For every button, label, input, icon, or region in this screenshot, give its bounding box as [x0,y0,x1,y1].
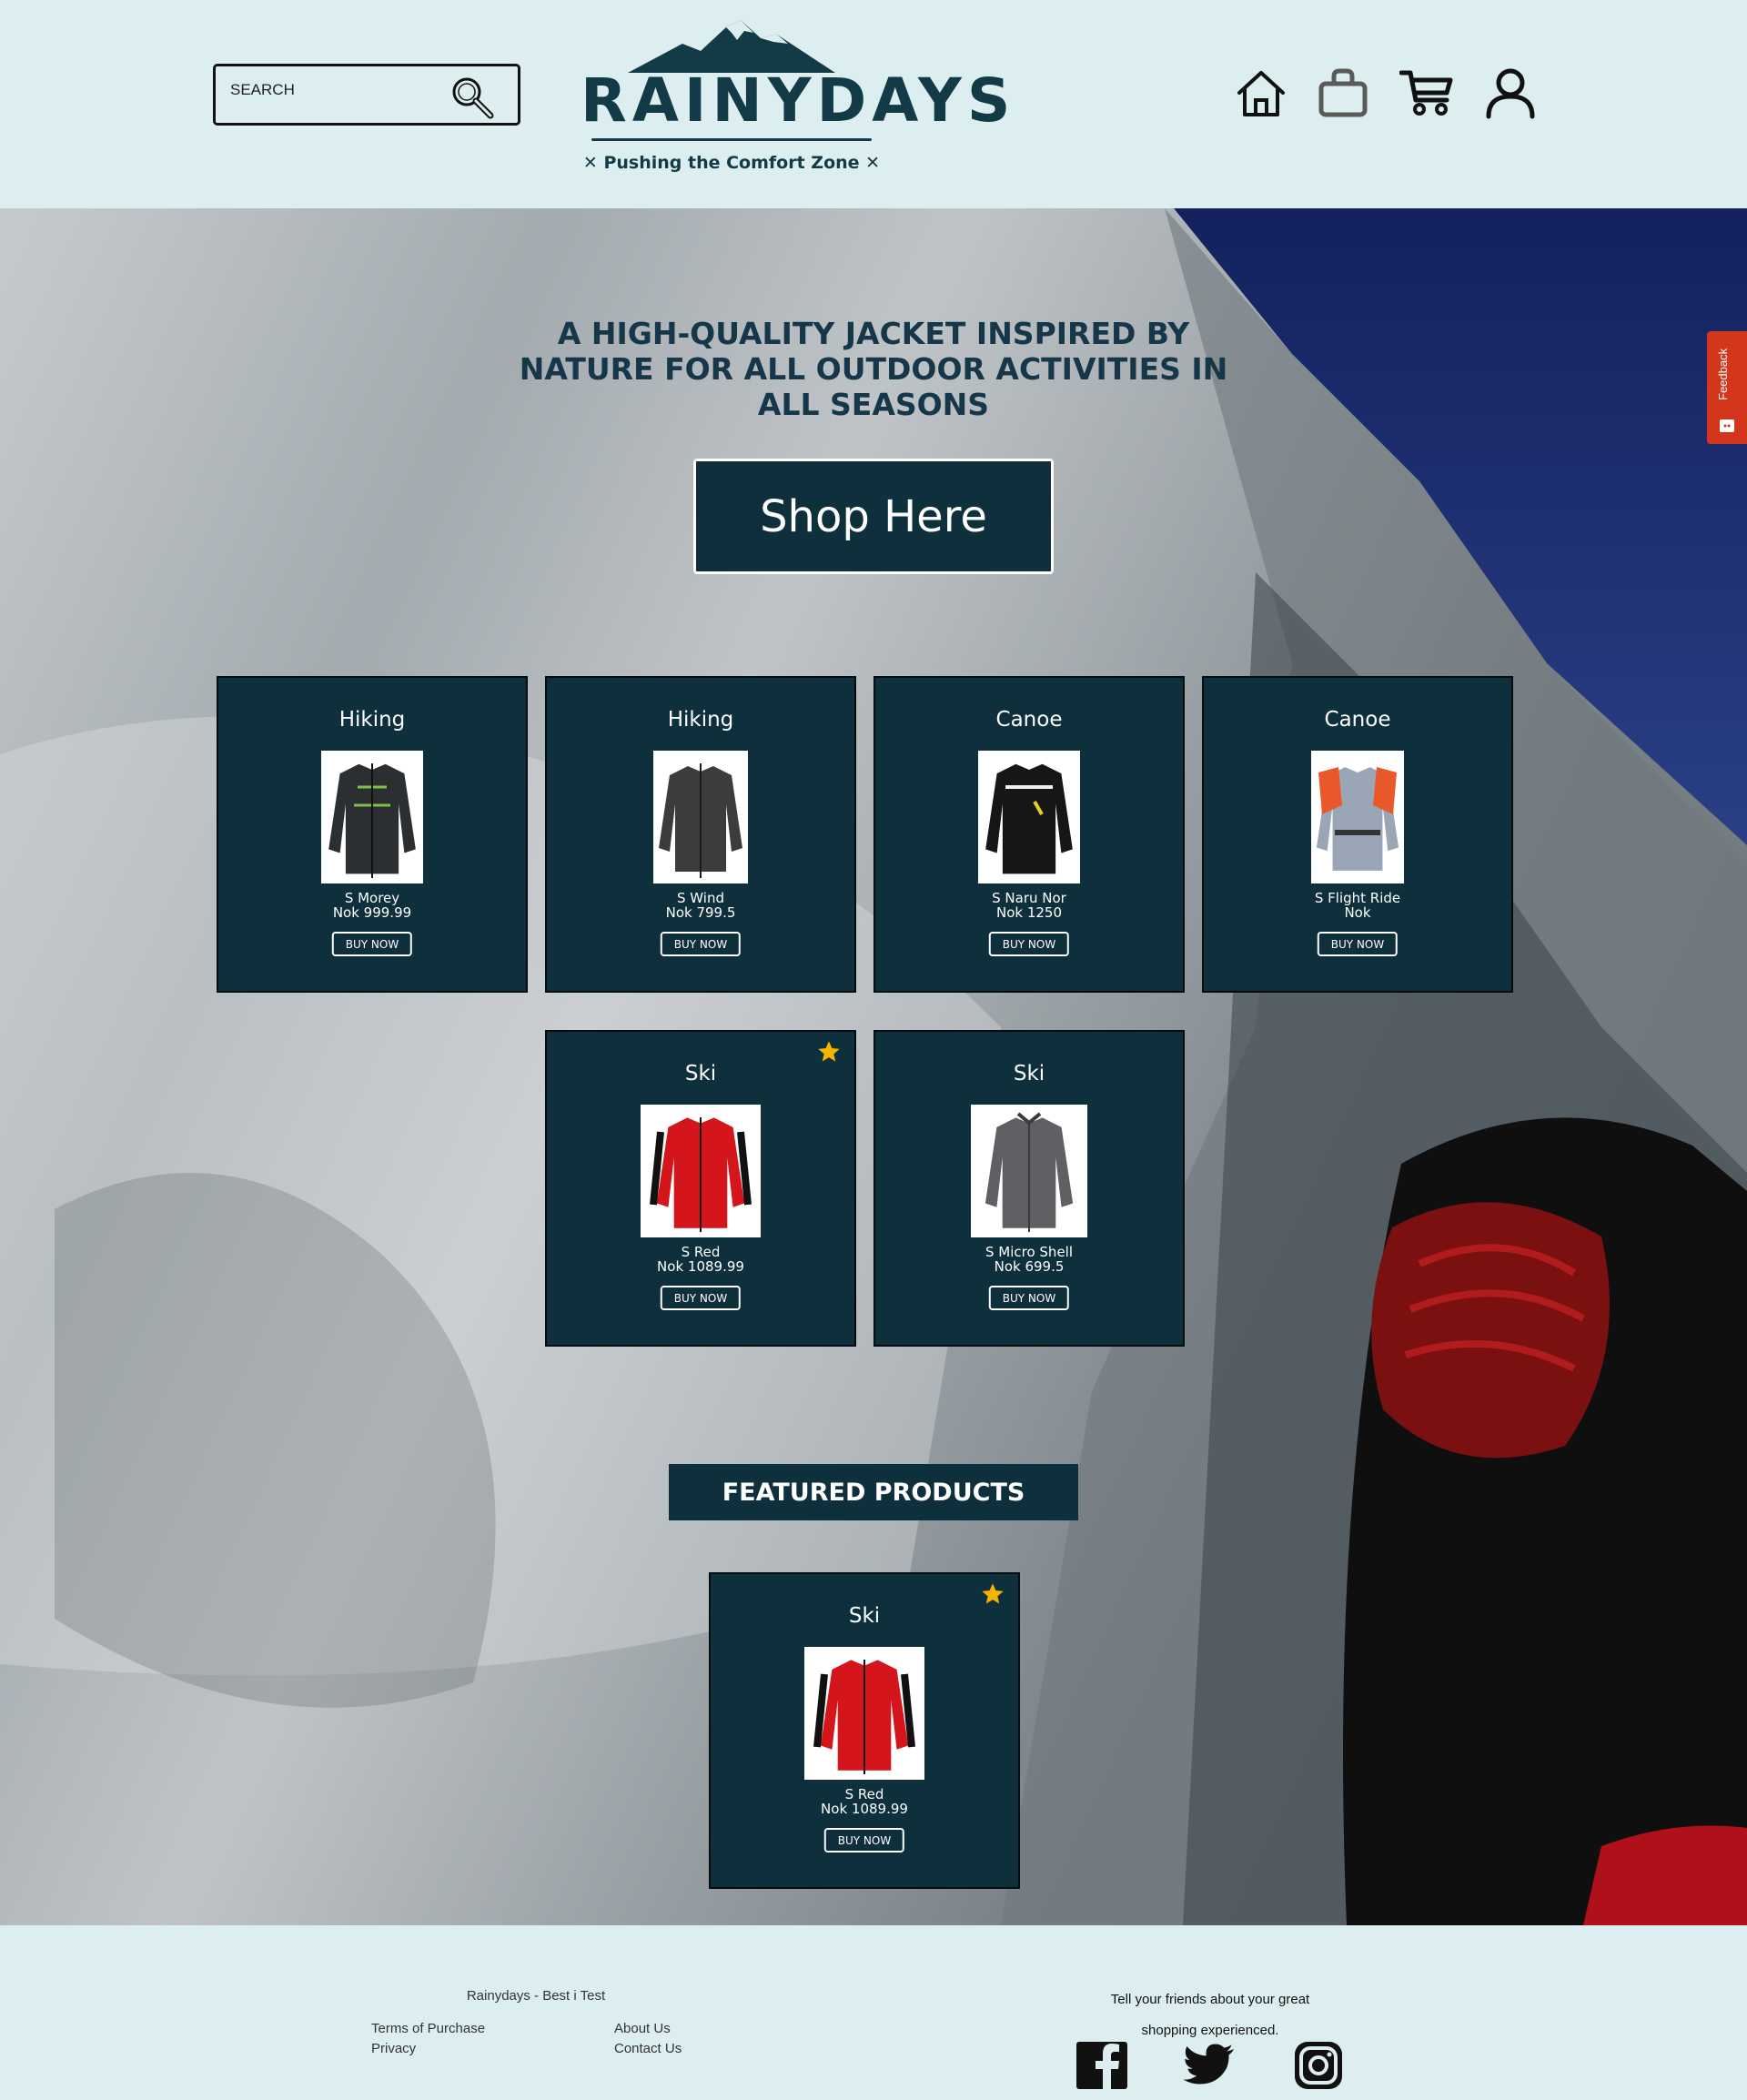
product-card: Hiking S Morey Nok 999.99 BUY NOW [217,676,528,993]
user-icon[interactable] [1483,66,1538,120]
buy-now-button[interactable]: BUY NOW [660,1286,742,1310]
feedback-icon [1720,419,1734,432]
product-price: Nok 1089.99 [821,1801,908,1817]
product-card: Canoe S Naru Nor Nok 1250 BUY NOW [874,676,1185,993]
terms-of-purchase-link[interactable]: Terms of Purchase [371,2021,485,2036]
product-name: S Flight Ride [1314,890,1401,906]
product-price: Nok 999.99 [332,904,412,921]
brand-tagline: ✕ Pushing the Comfort Zone ✕ [582,153,881,173]
buy-now-button[interactable]: BUY NOW [660,932,742,956]
shopping-bag-icon[interactable] [1316,66,1370,120]
product-name: S Wind [677,890,724,906]
footer-share-text: Tell your friends about your great shopp… [1074,1984,1347,2046]
brand-logo[interactable]: RAINYDAYS ✕ Pushing the Comfort Zone ✕ [581,16,1016,180]
product-image-orange-grey-canoe-jacket[interactable] [1311,751,1404,883]
featured-product-card: Ski S Red Nok 1089.99 BUY NOW [709,1572,1020,1889]
about-us-link[interactable]: About Us [614,2021,671,2036]
contact-us-link[interactable]: Contact Us [614,2041,682,2056]
logo-divider [591,138,872,141]
feedback-label: Feedback [1716,348,1730,400]
star-icon [818,1041,840,1062]
feedback-tab[interactable]: Feedback [1707,331,1747,444]
buy-now-button[interactable]: BUY NOW [1317,932,1399,956]
hero-heading: A HIGH-QUALITY JACKET INSPIRED BY NATURE… [519,316,1228,422]
product-category: Ski [848,1604,881,1628]
product-image-black-hiking-jacket[interactable] [321,751,423,883]
footer-copyright: Rainydays - Best i Test [466,1988,606,2004]
product-name: S Morey [344,890,400,906]
product-image-red-ski-jacket[interactable] [641,1105,761,1237]
search-box[interactable] [213,64,520,126]
search-icon[interactable] [449,74,496,121]
product-price: Nok 1089.99 [657,1258,744,1275]
product-price: Nok 699.5 [994,1258,1065,1275]
product-image-red-ski-jacket[interactable] [804,1647,924,1780]
product-card: Canoe S Flight Ride Nok BUY NOW [1202,676,1513,993]
facebook-icon[interactable] [1075,2038,1129,2093]
buy-now-button[interactable]: BUY NOW [988,1286,1070,1310]
product-image-dark-wind-jacket[interactable] [653,751,748,883]
product-image-grey-ski-jacket[interactable] [971,1105,1087,1237]
product-category: Ski [684,1062,717,1085]
buy-now-button[interactable]: BUY NOW [988,932,1070,956]
product-price: Nok 1250 [995,904,1063,921]
product-name: S Micro Shell [985,1244,1074,1260]
hero-section: A HIGH-QUALITY JACKET INSPIRED BY NATURE… [0,208,1747,1925]
product-category: Hiking [667,708,734,732]
product-price: Nok [1344,904,1371,921]
product-category: Ski [1013,1062,1045,1085]
product-category: Canoe [1324,708,1391,732]
twitter-icon[interactable] [1183,2038,1237,2093]
product-card: Hiking S Wind Nok 799.5 BUY NOW [545,676,856,993]
home-icon[interactable] [1234,66,1288,120]
privacy-link[interactable]: Privacy [371,2041,416,2056]
shop-here-button[interactable]: Shop Here [693,459,1054,574]
buy-now-button[interactable]: BUY NOW [823,1828,905,1853]
instagram-icon[interactable] [1291,2038,1346,2093]
site-footer: Rainydays - Best i Test Terms of Purchas… [0,1925,1747,2100]
product-card: Ski S Red Nok 1089.99 BUY NOW [545,1030,856,1347]
product-category: Hiking [338,708,406,732]
product-price: Nok 799.5 [665,904,736,921]
featured-products-heading: FEATURED PRODUCTS [669,1464,1078,1520]
cart-icon[interactable] [1399,66,1454,120]
product-name: S Red [844,1786,884,1802]
product-name: S Red [681,1244,721,1260]
product-image-black-yellow-canoe-jacket[interactable] [978,751,1080,883]
brand-name: RAINYDAYS [581,66,1016,136]
product-name: S Naru Nor [992,890,1066,906]
share-line: Tell your friends about your great [1110,1992,1310,2007]
site-header: RAINYDAYS ✕ Pushing the Comfort Zone ✕ [0,0,1747,208]
buy-now-button[interactable]: BUY NOW [331,932,413,956]
product-category: Canoe [995,708,1063,732]
product-card: Ski S Micro Shell Nok 699.5 BUY NOW [874,1030,1185,1347]
star-icon [982,1583,1004,1604]
search-input[interactable] [228,76,432,105]
